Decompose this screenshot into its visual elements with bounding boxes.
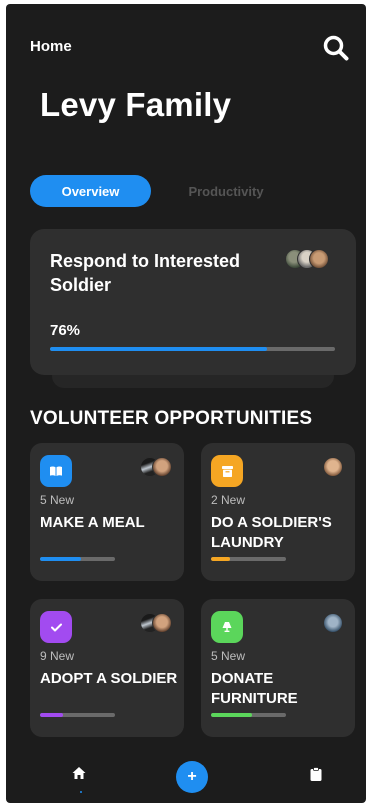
opportunity-new-count: 2 New [211,493,246,507]
opportunity-progress-fill [211,557,230,561]
opportunity-new-count: 5 New [211,649,246,663]
section-title: VOLUNTEER OPPORTUNITIES [30,408,313,429]
opportunity-icon-tile [211,611,243,643]
opportunity-progress-bar [211,713,286,717]
avatar [309,249,329,269]
active-indicator [80,791,82,793]
task-progress-value: 76% [50,322,81,339]
avatar [152,457,172,477]
nav-home-button[interactable] [72,766,86,780]
avatar [323,457,343,477]
opportunity-card-laundry[interactable]: 2 New DO A SOLDIER'S LAUNDRY [201,443,355,581]
task-title: Respond to Interested Soldier [50,251,241,295]
clipboard-icon [310,767,322,781]
opportunity-title: ADOPT A SOLDIER [40,670,178,687]
opportunity-new-count: 9 New [40,649,75,663]
task-progress-fill [50,347,267,351]
avatar [152,613,172,633]
opportunity-card-furniture[interactable]: 5 New DONATE FURNITURE [201,599,355,737]
book-icon [50,466,62,476]
opportunity-progress-fill [211,713,253,717]
card-avatars [140,457,172,477]
tab-overview[interactable]: Overview [30,175,151,207]
nav-clipboard-button[interactable] [310,767,322,781]
page-title: Levy Family [40,86,232,123]
opportunity-card-make-a-meal[interactable]: 5 New MAKE A MEAL [30,443,184,581]
task-progress-bar [50,347,335,351]
opportunity-title: MAKE A MEAL [40,514,145,531]
home-icon [72,767,86,779]
tab-productivity[interactable]: Productivity [166,175,286,207]
opportunity-progress-bar [211,557,286,561]
opportunity-icon-tile [211,455,243,487]
app-screen: Home Levy Family Overview Productivity R… [6,4,366,803]
avatar [323,613,343,633]
check-icon [50,623,62,631]
opportunity-progress-bar [40,713,115,717]
opportunity-progress-fill [40,557,82,561]
opportunity-new-count: 5 New [40,493,75,507]
opportunity-icon-tile [40,455,72,487]
home-label: Home [30,38,72,55]
opportunity-progress-bar [40,557,115,561]
card-avatars [323,613,343,633]
bottom-nav: + [6,744,366,803]
card-avatars [140,613,172,633]
opportunity-card-adopt[interactable]: 9 New ADOPT A SOLDIER [30,599,184,737]
search-icon [323,35,349,61]
opportunity-icon-tile [40,611,72,643]
opportunity-progress-fill [40,713,63,717]
task-card[interactable]: Respond to Interested Soldier 76% [30,229,356,375]
opportunity-title: DO A SOLDIER'S LAUNDRY [211,514,332,551]
task-avatars [285,249,329,269]
opportunity-title: DONATE FURNITURE [211,670,298,707]
card-avatars [323,457,343,477]
lamp-icon [222,622,232,632]
box-icon [221,465,233,477]
add-button[interactable]: + [176,761,208,793]
search-button[interactable] [322,34,350,62]
